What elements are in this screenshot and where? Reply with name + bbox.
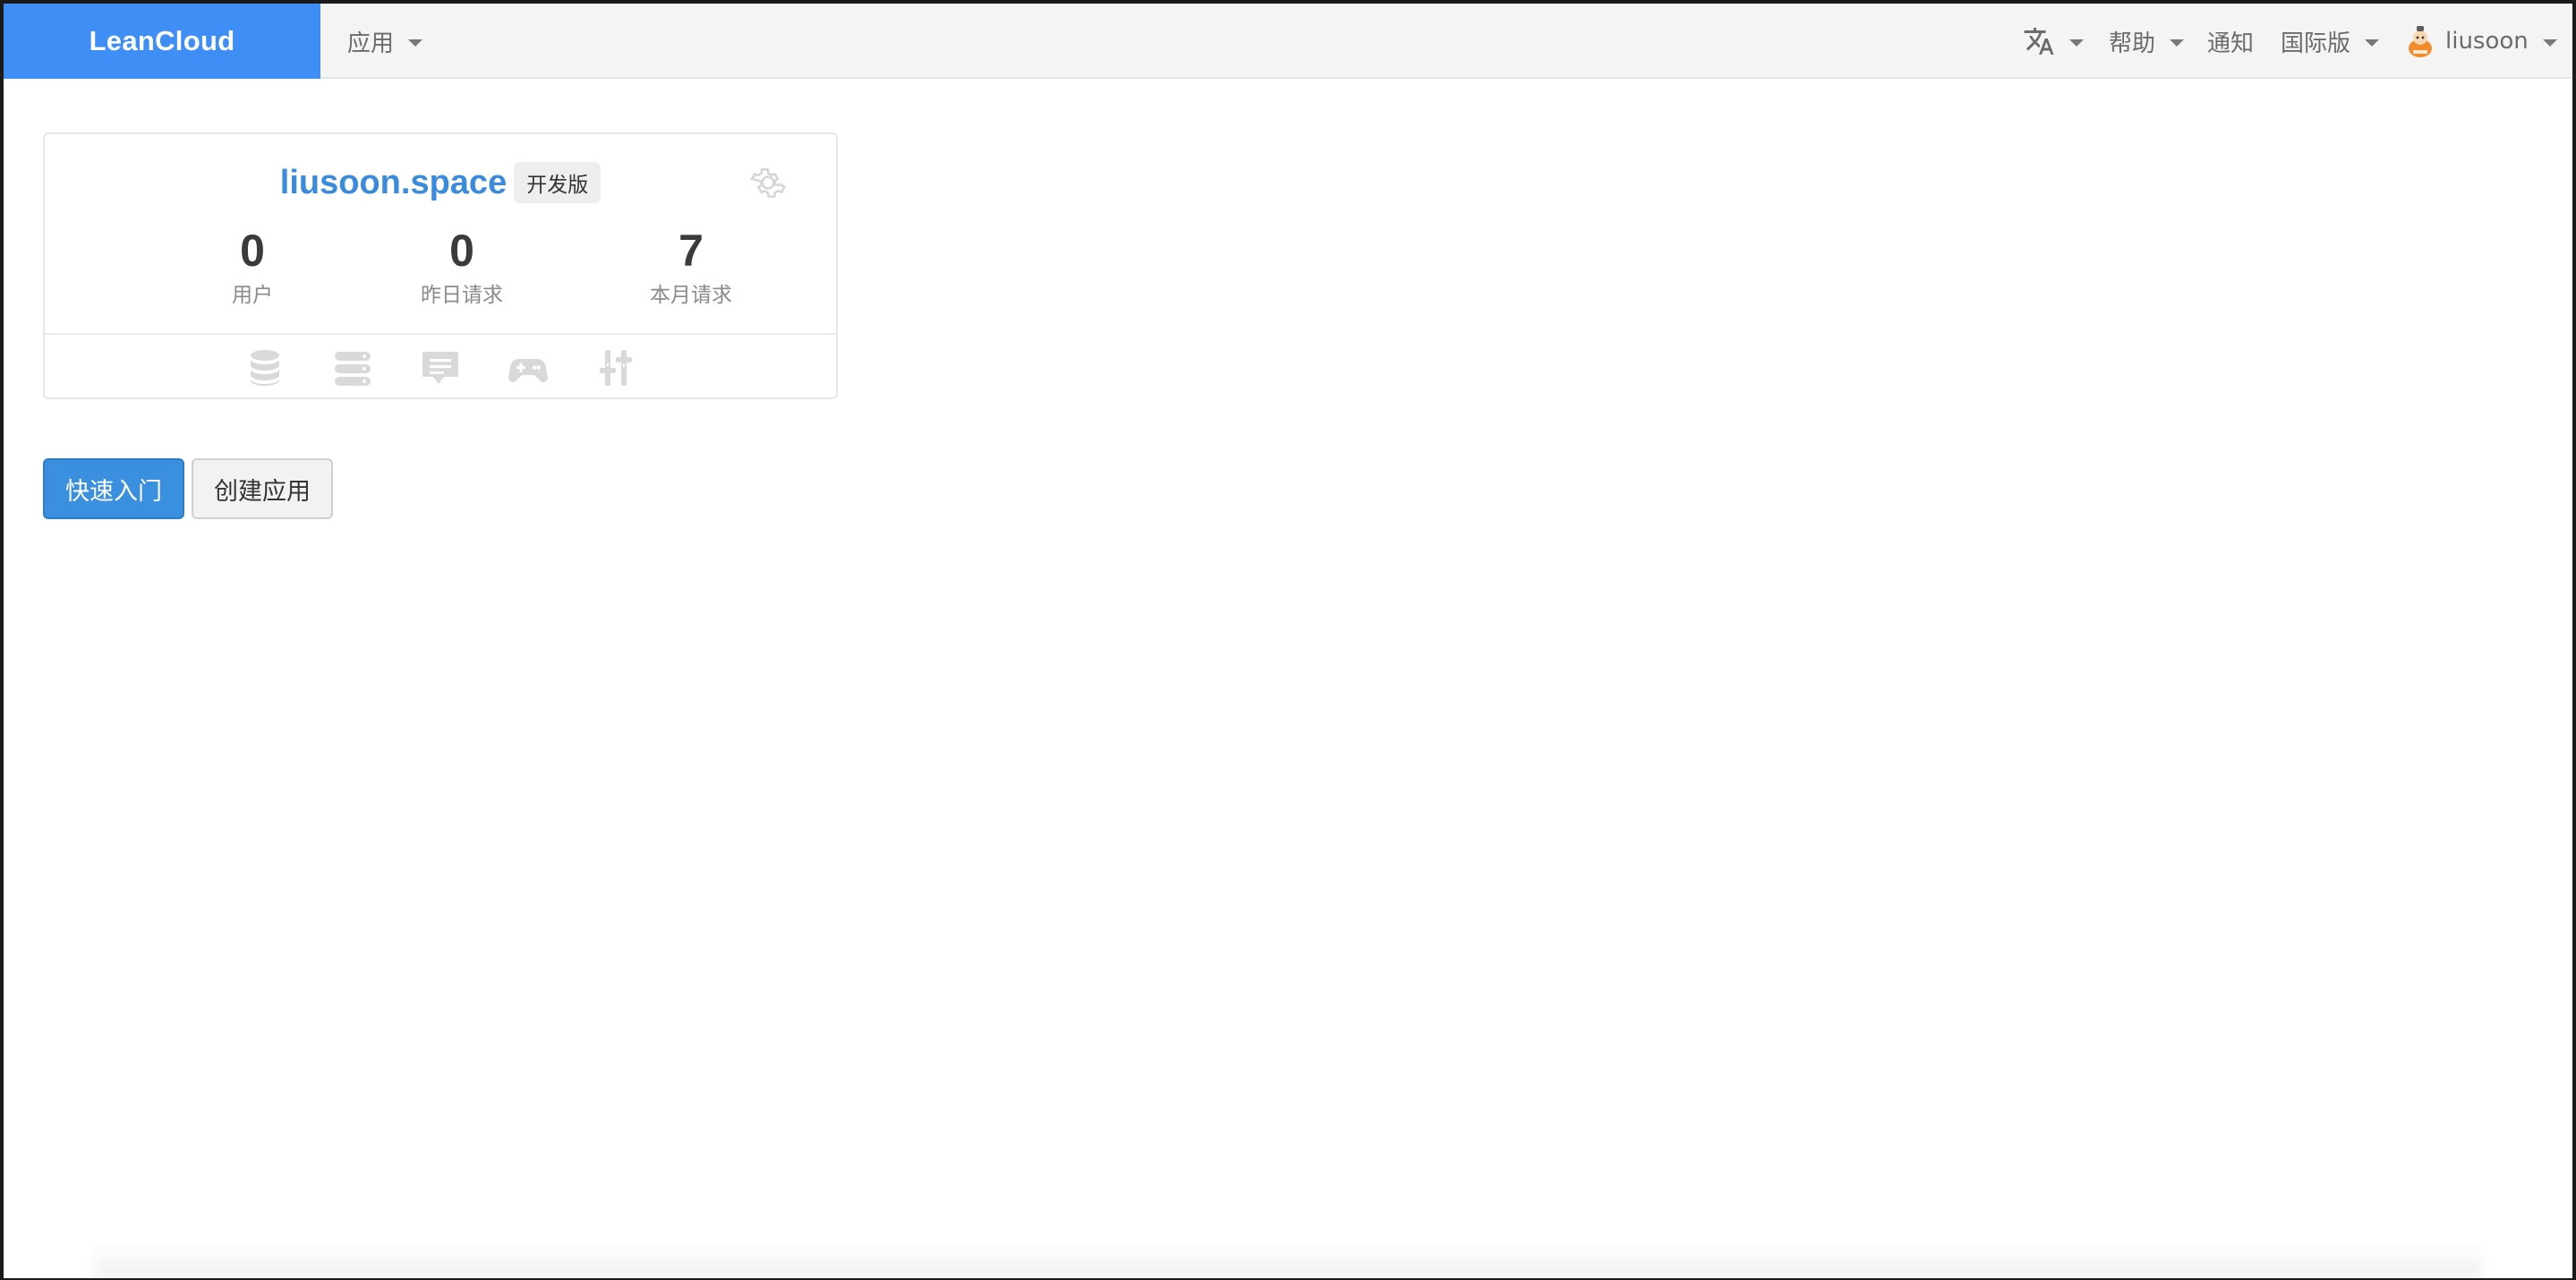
notifications-label: 通知 [2207,30,2255,57]
database-icon[interactable] [243,346,286,390]
app-card: liusoon.space 开发版 0 用户 0 昨日请求 7 本月请求 [43,132,838,399]
apps-menu[interactable]: 应用 [347,4,423,79]
gamepad-icon[interactable] [507,346,550,390]
stat-value: 0 [449,226,474,276]
translate-icon [2024,28,2054,55]
caret-down-icon [2365,38,2380,47]
app-name-link[interactable]: liusoon.space [280,164,507,202]
caret-down-icon [2170,38,2185,47]
create-app-button[interactable]: 创建应用 [192,458,333,519]
notifications-link[interactable]: 通知 [2207,4,2254,79]
top-navbar: LeanCloud 应用 帮助 通知 国际版 liusoon [4,4,2572,79]
gear-icon[interactable] [748,163,788,202]
plan-badge: 开发版 [514,162,601,203]
user-menu[interactable]: liusoon [2404,4,2557,79]
apps-menu-label: 应用 [347,30,395,57]
region-menu[interactable]: 国际版 [2281,4,2380,79]
quick-start-button[interactable]: 快速入门 [43,458,184,519]
stat-users: 0 用户 [181,226,324,308]
language-menu[interactable] [2023,4,2084,79]
stat-value: 7 [678,226,704,276]
bottom-shadow [93,1242,2483,1278]
stat-label: 用户 [232,284,273,307]
caret-down-icon [2542,38,2557,47]
avatar [2409,26,2432,57]
message-icon[interactable] [419,346,462,390]
server-stack-icon[interactable] [331,346,374,390]
stat-yesterday-requests: 0 昨日请求 [390,226,533,308]
stat-label: 昨日请求 [421,284,503,307]
screen: LeanCloud 应用 帮助 通知 国际版 liusoon liusoon.s… [0,0,2576,1280]
service-icons [45,346,836,390]
caret-down-icon [408,38,423,47]
region-menu-label: 国际版 [2281,30,2351,57]
sliders-icon[interactable] [594,346,637,390]
caret-down-icon [2069,38,2084,47]
stat-label: 本月请求 [650,284,732,307]
help-menu-label: 帮助 [2109,30,2156,57]
stat-value: 0 [240,226,265,276]
user-name: liusoon [2445,28,2529,55]
app-card-header: liusoon.space 开发版 [45,159,836,206]
stat-month-requests: 7 本月请求 [619,226,763,308]
help-menu[interactable]: 帮助 [2109,4,2185,79]
brand-logo[interactable]: LeanCloud [4,4,320,79]
card-divider [45,333,836,335]
